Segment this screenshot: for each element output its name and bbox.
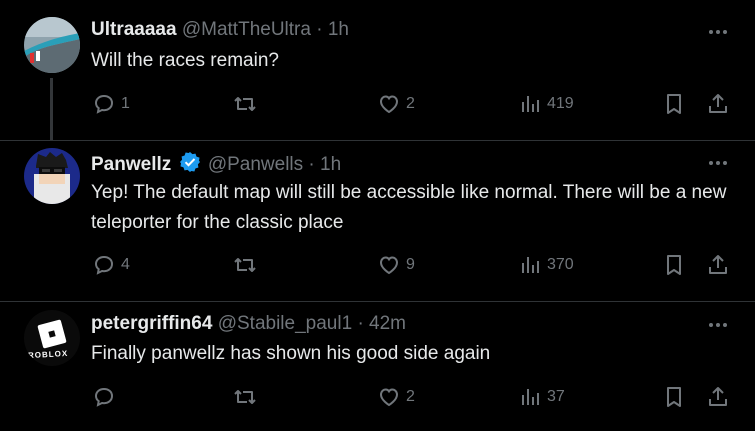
- heart-icon: [379, 256, 399, 275]
- views-button[interactable]: 370: [520, 253, 574, 277]
- like-count: 2: [406, 95, 415, 112]
- reply-icon: [94, 255, 114, 275]
- reply-tweet-2[interactable]: Panwellz @Panwells · 1h Yep! The default…: [0, 141, 755, 301]
- user-handle[interactable]: @Panwells: [208, 154, 303, 175]
- share-button[interactable]: [706, 385, 730, 409]
- thread-line: [50, 78, 53, 140]
- timestamp[interactable]: 1h: [320, 154, 341, 175]
- timestamp[interactable]: 42m: [369, 313, 406, 334]
- avatar[interactable]: [24, 17, 80, 73]
- tweet-text: Will the races remain?: [91, 50, 279, 71]
- dot-separator: ·: [316, 19, 323, 40]
- tweet-header: petergriffin64 @Stabile_paul1 · 42m: [91, 313, 406, 335]
- tweet-text: Yep! The default map will still be acces…: [91, 182, 727, 233]
- user-handle[interactable]: @MattTheUltra: [182, 19, 311, 40]
- tweet-header: Ultraaaaa @MattTheUltra · 1h: [91, 19, 349, 41]
- heart-icon: [379, 95, 399, 114]
- bookmark-button[interactable]: [662, 253, 686, 277]
- like-count: 9: [406, 256, 415, 273]
- reply-count: 1: [121, 95, 130, 112]
- repost-button[interactable]: [232, 385, 263, 409]
- repost-button[interactable]: [232, 92, 263, 116]
- avatar-race-track-image: [24, 17, 80, 73]
- more-options-icon[interactable]: [706, 313, 730, 337]
- views-chart-icon: [522, 257, 539, 273]
- views-chart-icon: [522, 96, 539, 112]
- repost-icon: [234, 97, 256, 111]
- reply-button[interactable]: [92, 385, 121, 409]
- view-count: 37: [547, 388, 565, 405]
- reply-icon: [94, 387, 114, 407]
- reply-button[interactable]: 1: [92, 92, 130, 116]
- dot-separator: ·: [357, 313, 364, 334]
- tweet-header: Panwellz @Panwells · 1h: [91, 151, 341, 179]
- reply-icon: [94, 94, 114, 114]
- repost-icon: [234, 390, 256, 404]
- views-chart-icon: [522, 389, 539, 405]
- view-count: 419: [547, 95, 574, 112]
- more-options-icon[interactable]: [706, 151, 730, 175]
- like-button[interactable]: 2: [377, 385, 415, 409]
- reply-button[interactable]: 4: [92, 253, 130, 277]
- display-name[interactable]: Ultraaaaa: [91, 19, 177, 40]
- reply-tweet-3[interactable]: ROBLOX petergriffin64 @Stabile_paul1 · 4…: [0, 302, 755, 431]
- display-name[interactable]: petergriffin64: [91, 313, 212, 334]
- reply-count: 4: [121, 256, 130, 273]
- avatar-roblox-character-image: [24, 148, 80, 204]
- dot-separator: ·: [308, 154, 315, 175]
- views-button[interactable]: 37: [520, 385, 565, 409]
- like-button[interactable]: 9: [377, 253, 415, 277]
- bookmark-icon: [667, 94, 681, 114]
- tweet-text: Finally panwellz has shown his good side…: [91, 343, 491, 364]
- views-button[interactable]: 419: [520, 92, 574, 116]
- share-button[interactable]: [706, 253, 730, 277]
- repost-icon: [234, 258, 256, 272]
- bookmark-button[interactable]: [662, 385, 686, 409]
- like-count: 2: [406, 388, 415, 405]
- heart-icon: [379, 388, 399, 407]
- share-icon: [709, 387, 727, 406]
- timestamp[interactable]: 1h: [328, 19, 349, 40]
- like-button[interactable]: 2: [377, 92, 415, 116]
- bookmark-icon: [667, 255, 681, 275]
- verified-badge-icon[interactable]: [179, 151, 201, 179]
- repost-button[interactable]: [232, 253, 263, 277]
- display-name[interactable]: Panwellz: [91, 154, 171, 175]
- user-handle[interactable]: @Stabile_paul1: [218, 313, 352, 334]
- share-button[interactable]: [706, 92, 730, 116]
- share-icon: [709, 255, 727, 274]
- share-icon: [709, 94, 727, 113]
- avatar[interactable]: [24, 148, 80, 204]
- bookmark-button[interactable]: [662, 92, 686, 116]
- view-count: 370: [547, 256, 574, 273]
- bookmark-icon: [667, 387, 681, 407]
- avatar[interactable]: ROBLOX: [24, 310, 80, 366]
- more-options-icon[interactable]: [706, 20, 730, 44]
- reply-tweet-1[interactable]: Ultraaaaa @MattTheUltra · 1h Will the ra…: [0, 0, 755, 140]
